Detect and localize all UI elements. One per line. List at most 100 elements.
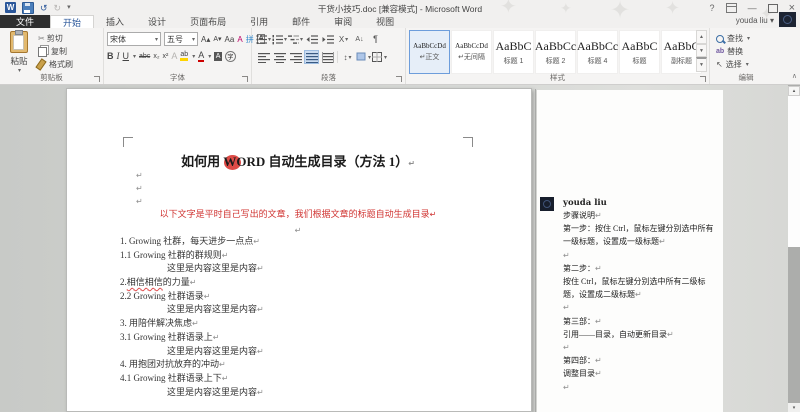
- tab-insert[interactable]: 插入: [94, 15, 136, 28]
- bold-button[interactable]: B: [107, 51, 114, 61]
- copy-button[interactable]: 复制: [38, 45, 73, 58]
- minimize-button[interactable]: —: [748, 3, 757, 13]
- clipboard-dialog-launcher[interactable]: [94, 76, 100, 82]
- grow-font-button[interactable]: A▴: [201, 35, 210, 44]
- tab-references[interactable]: 引用: [238, 15, 280, 28]
- asian-layout-button[interactable]: X ▾: [336, 32, 351, 46]
- tab-file[interactable]: 文件: [0, 15, 51, 28]
- select-button[interactable]: ↖ 选择 ▾: [710, 58, 782, 71]
- superscript-button[interactable]: x²: [163, 53, 169, 60]
- bullets-button[interactable]: ▾: [256, 32, 271, 46]
- multilevel-list-button[interactable]: ▾: [288, 32, 303, 46]
- doc-line-heading2[interactable]: 2.2 Growing 社群语录↵: [120, 290, 476, 304]
- account-avatar[interactable]: [779, 12, 796, 27]
- help-button[interactable]: ?: [710, 3, 715, 13]
- decrease-indent-button[interactable]: [304, 32, 319, 46]
- restore-button[interactable]: [767, 1, 780, 13]
- subscript-button[interactable]: x₂: [153, 53, 159, 60]
- comment-bubble[interactable]: youda liu 步骤说明↵ 第一步：按住 Ctrl，鼠标左键分别选中所有一级…: [563, 198, 718, 394]
- enclose-characters-button[interactable]: 字: [224, 50, 236, 62]
- line-text: 3. 用陪伴解决焦虑: [120, 318, 193, 329]
- paste-button[interactable]: 粘贴 ▾: [4, 30, 34, 75]
- italic-button[interactable]: I: [117, 51, 120, 61]
- underline-button[interactable]: U: [123, 51, 130, 61]
- empty-paragraph[interactable]: ↵: [120, 169, 476, 182]
- document-page[interactable]: 如何用 WORD 自动生成目录（方法 1）↵ ↵ ↵ ↵ 以下文字是平时自己写出…: [66, 88, 532, 412]
- ribbon-display-options-button[interactable]: [725, 3, 737, 13]
- doc-line-heading1[interactable]: 3. 用陪伴解决焦虑↵: [120, 317, 476, 331]
- align-left-button[interactable]: [256, 50, 271, 64]
- font-name-combobox[interactable]: 宋体 ▾: [107, 32, 161, 46]
- cut-button[interactable]: ✂ 剪切: [38, 32, 73, 45]
- align-right-button[interactable]: [288, 50, 303, 64]
- account-name[interactable]: youda liu ▾: [736, 16, 774, 25]
- style-sample: AaBbC: [621, 38, 658, 53]
- styles-more-button[interactable]: ▼: [696, 57, 707, 73]
- doc-line-heading2[interactable]: 1.1 Growing 社群的群规则↵: [120, 249, 476, 263]
- doc-line-content[interactable]: 这里是内容这里是内容↵: [120, 262, 476, 276]
- line-spacing-button[interactable]: ↕ ▾: [340, 50, 355, 64]
- find-button[interactable]: 查找 ▾: [710, 32, 782, 45]
- tab-design[interactable]: 设计: [136, 15, 178, 28]
- vertical-scrollbar[interactable]: ▴ ▾: [788, 85, 800, 412]
- doc-line-heading1[interactable]: 1. Growing 社群，每天进步一点点↵: [120, 235, 476, 249]
- doc-line-content[interactable]: 这里是内容这里是内容↵: [120, 386, 476, 400]
- strikethrough-button[interactable]: abc: [139, 53, 150, 60]
- scrollbar-thumb[interactable]: [788, 96, 800, 247]
- sort-button[interactable]: A↓: [352, 32, 367, 46]
- format-painter-button[interactable]: 格式刷: [35, 58, 73, 71]
- highlight-color-button[interactable]: ab: [180, 51, 189, 61]
- shrink-font-button[interactable]: A▾: [213, 35, 221, 43]
- shading-button[interactable]: ▾: [356, 50, 371, 64]
- tab-mailings[interactable]: 邮件: [280, 15, 322, 28]
- style-heading1[interactable]: AaBbC 标题 1: [493, 30, 534, 74]
- doc-line-content[interactable]: 这里是内容这里是内容↵: [120, 303, 476, 317]
- scrollbar-up-button[interactable]: ▴: [788, 86, 800, 96]
- font-color-button[interactable]: A: [198, 50, 205, 62]
- replace-button[interactable]: ab 替换: [710, 45, 782, 58]
- tab-home[interactable]: 开始: [50, 15, 95, 28]
- borders-button[interactable]: ▾: [372, 50, 387, 64]
- doc-line-heading1[interactable]: 2.相信相信的力量↵: [120, 276, 476, 290]
- styles-scroll-up-button[interactable]: ▲: [696, 30, 707, 44]
- numbering-button[interactable]: ▾: [272, 32, 287, 46]
- styles-scroll-down-button[interactable]: ▼: [696, 43, 707, 58]
- intro-red-text[interactable]: 以下文字是平时自己写出的文章，我们根据文章的标题自动生成目录↵: [120, 208, 476, 222]
- comment-author-avatar: [540, 197, 554, 211]
- paragraph-dialog-launcher[interactable]: [396, 76, 402, 82]
- font-size-combobox[interactable]: 五号 ▾: [164, 32, 198, 46]
- tab-review[interactable]: 审阅: [322, 15, 364, 28]
- style-heading4[interactable]: AaBbCc 标题 4: [577, 30, 618, 74]
- align-center-button[interactable]: [272, 50, 287, 64]
- doc-line-content[interactable]: 这里是内容这里是内容↵: [120, 345, 476, 359]
- tab-page-layout[interactable]: 页面布局: [178, 15, 238, 28]
- justify-button[interactable]: [304, 50, 319, 64]
- text-effects-button[interactable]: A: [171, 51, 177, 61]
- doc-line-heading1[interactable]: 4. 用抱团对抗放弃的冲动↵: [120, 358, 476, 372]
- collapse-ribbon-button[interactable]: ∧: [792, 72, 797, 80]
- character-shading-button[interactable]: A: [214, 51, 222, 61]
- change-case-button[interactable]: Aa: [225, 35, 235, 44]
- font-dialog-launcher[interactable]: [242, 76, 248, 82]
- scrollbar-down-button[interactable]: ▾: [788, 403, 800, 412]
- intro-text: 以下文字是平时自己写出的文章，我们根据文章的标题自动生成目录: [159, 209, 430, 219]
- style-no-spacing[interactable]: AaBbCcDd ↵无间隔: [451, 30, 492, 74]
- highlight-dropdown-icon[interactable]: ▾: [192, 53, 195, 60]
- increase-indent-button[interactable]: [320, 32, 335, 46]
- empty-paragraph[interactable]: ↵: [120, 182, 476, 195]
- style-normal[interactable]: AaBbCcDd ↵正文: [409, 30, 450, 74]
- empty-paragraph[interactable]: ↵: [120, 222, 476, 236]
- document-title[interactable]: 如何用 WORD 自动生成目录（方法 1）↵: [120, 151, 476, 169]
- empty-paragraph[interactable]: ↵: [120, 195, 476, 208]
- style-title[interactable]: AaBbC 标题: [619, 30, 660, 74]
- doc-line-heading2[interactable]: 3.1 Growing 社群语录上↵: [120, 331, 476, 345]
- styles-dialog-launcher[interactable]: [700, 76, 706, 82]
- tab-view[interactable]: 视图: [364, 15, 406, 28]
- clear-formatting-button[interactable]: A: [237, 35, 242, 44]
- distribute-button[interactable]: [320, 50, 335, 64]
- font-color-dropdown-icon[interactable]: ▾: [208, 53, 211, 60]
- style-heading2[interactable]: AaBbCc 标题 2: [535, 30, 576, 74]
- show-marks-button[interactable]: ¶: [368, 32, 383, 46]
- underline-dropdown-icon[interactable]: ▾: [133, 53, 136, 60]
- doc-line-heading2[interactable]: 4.1 Growing 社群语录上下↵: [120, 372, 476, 386]
